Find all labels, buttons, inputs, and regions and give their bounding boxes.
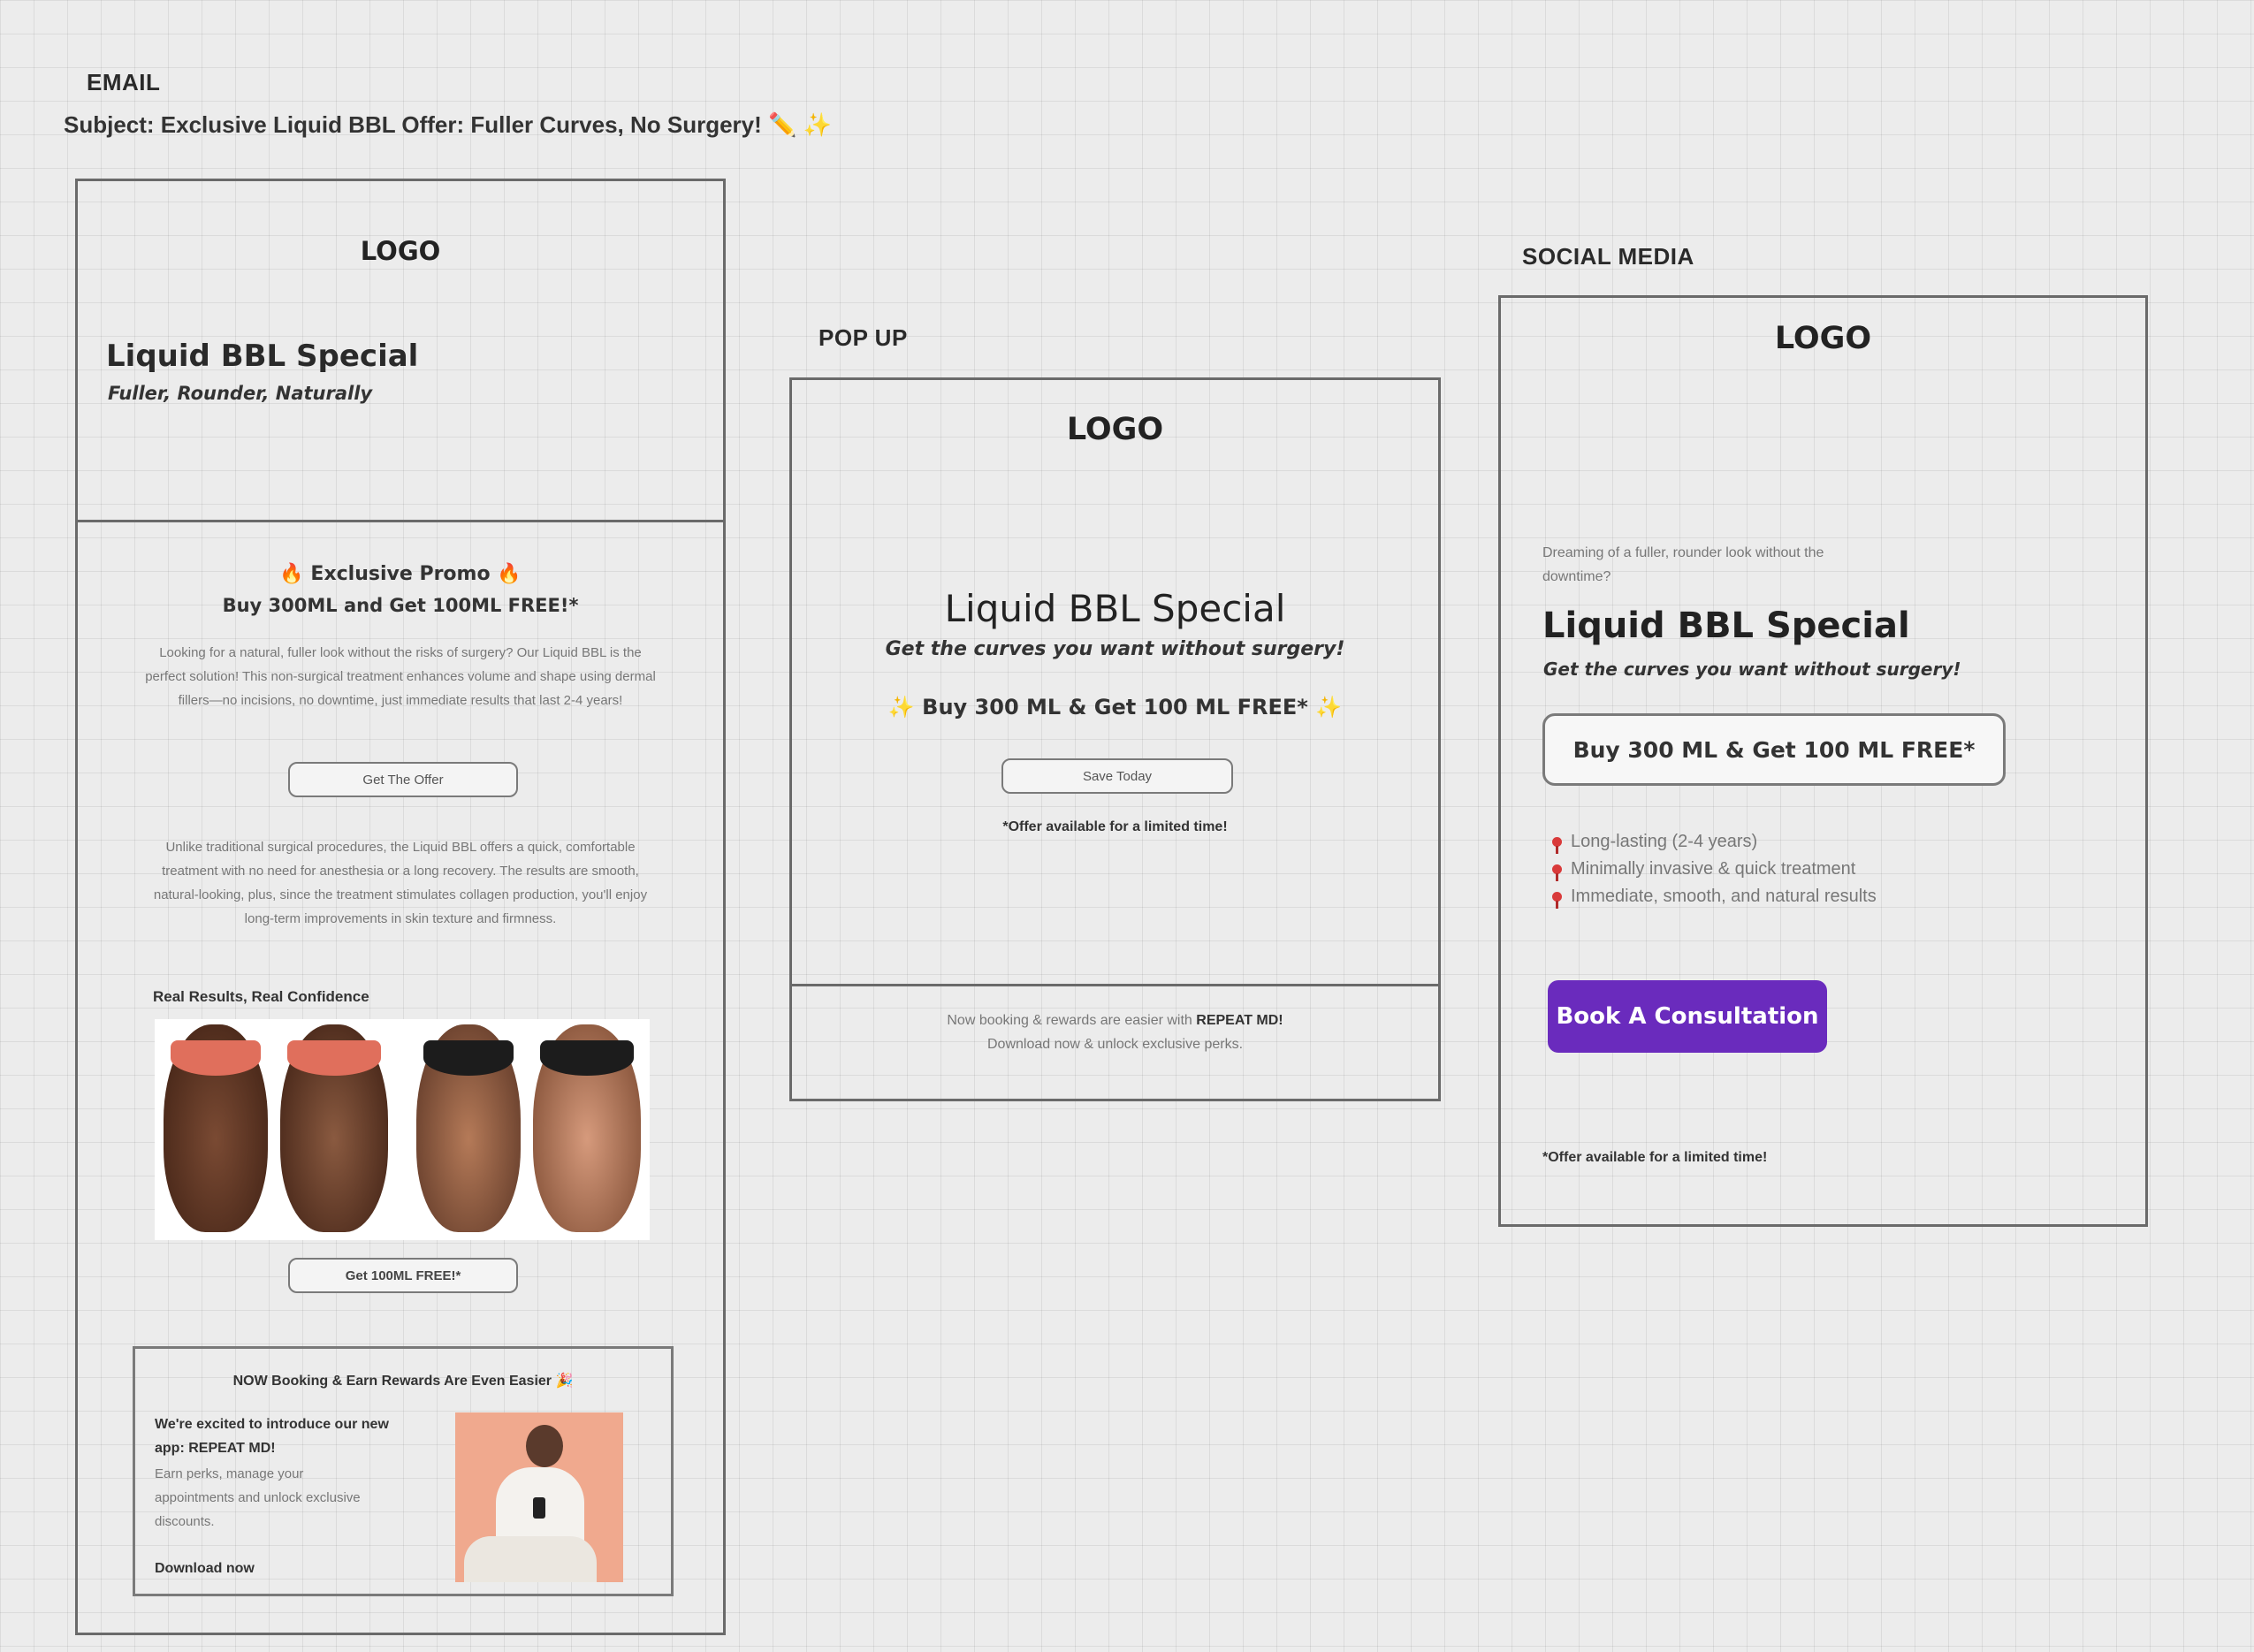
popup-footer-line-2: Download now & unlock exclusive perks. (986, 1037, 1244, 1052)
email-mockup: LOGO Liquid BBL Special Fuller, Rounder,… (75, 179, 726, 1635)
book-consultation-label: Book A Consultation (1556, 1003, 1819, 1030)
popup-footer-line-1: Now booking & rewards are easier with RE… (792, 1013, 1438, 1029)
email-subject: Subject: Exclusive Liquid BBL Offer: Ful… (64, 111, 832, 138)
get-the-offer-label: Get The Offer (362, 772, 444, 788)
social-mockup: LOGO Dreaming of a fuller, rounder look … (1498, 295, 2148, 1227)
pin-icon (1552, 837, 1562, 855)
social-bullet-list: Long-lasting (2-4 years) Minimally invas… (1552, 828, 1877, 910)
social-bullet-text: Long-lasting (2-4 years) (1571, 832, 1758, 851)
social-intro: Dreaming of a fuller, rounder look witho… (1542, 545, 1824, 584)
model-legs (464, 1536, 597, 1582)
book-consultation-button[interactable]: Book A Consultation (1548, 980, 1827, 1053)
social-logo: LOGO (1774, 321, 1872, 356)
get-the-offer-button[interactable]: Get The Offer (288, 762, 518, 797)
popup-tagline: Get the curves you want without surgery! (885, 638, 1345, 660)
pin-icon (1552, 864, 1562, 882)
result-underwear-2 (287, 1040, 381, 1076)
save-today-label: Save Today (1082, 768, 1153, 784)
social-section-label: SOCIAL MEDIA (1522, 243, 1694, 270)
before-after-image (155, 1019, 650, 1240)
get-100ml-free-label: Get 100ML FREE!* (345, 1268, 461, 1283)
result-underwear-1 (171, 1040, 261, 1076)
rewards-box: NOW Booking & Earn Rewards Are Even Easi… (133, 1346, 674, 1596)
model-head (526, 1425, 563, 1467)
result-underwear-3 (423, 1040, 514, 1076)
app-promo-photo (455, 1412, 623, 1582)
phone-icon (533, 1497, 545, 1519)
promo-heading: 🔥 Exclusive Promo 🔥 (279, 563, 522, 585)
popup-disclaimer: *Offer available for a limited time! (1002, 819, 1228, 834)
save-today-button[interactable]: Save Today (1001, 758, 1233, 794)
popup-logo: LOGO (1066, 412, 1164, 447)
email-logo: LOGO (360, 236, 441, 266)
email-section-label: EMAIL (87, 69, 161, 95)
download-now-link[interactable]: Download now (155, 1561, 255, 1577)
social-bullet-item: Long-lasting (2-4 years) (1552, 828, 1877, 856)
popup-footer-brand: REPEAT MD! (1196, 1013, 1283, 1028)
social-bullet-text: Immediate, smooth, and natural results (1571, 887, 1877, 906)
get-100ml-free-button[interactable]: Get 100ML FREE!* (288, 1258, 518, 1293)
email-tagline: Fuller, Rounder, Naturally (108, 383, 373, 404)
popup-offer: ✨ Buy 300 ML & Get 100 ML FREE* ✨ (887, 695, 1343, 719)
email-title: Liquid BBL Special (106, 339, 419, 374)
social-disclaimer: *Offer available for a limited time! (1542, 1150, 1768, 1165)
email-paragraph-1: Looking for a natural, fuller look witho… (145, 645, 656, 708)
rewards-heading: NOW Booking & Earn Rewards Are Even Easi… (232, 1374, 574, 1389)
result-underwear-4 (540, 1040, 634, 1076)
email-paragraph-2: Unlike traditional surgical procedures, … (153, 840, 648, 926)
social-bullet-item: Minimally invasive & quick treatment (1552, 856, 1877, 883)
popup-mockup: LOGO Liquid BBL Special Get the curves y… (789, 377, 1441, 1101)
social-tagline: Get the curves you want without surgery! (1543, 659, 1961, 680)
social-bullet-item: Immediate, smooth, and natural results (1552, 883, 1877, 910)
social-bullet-text: Minimally invasive & quick treatment (1571, 859, 1856, 879)
social-title: Liquid BBL Special (1542, 605, 1910, 646)
rewards-body: Earn perks, manage your appointments and… (155, 1466, 361, 1529)
email-header: LOGO Liquid BBL Special Fuller, Rounder,… (78, 181, 723, 522)
rewards-intro: We're excited to introduce our new app: … (155, 1417, 389, 1456)
popup-footer: Now booking & rewards are easier with RE… (792, 984, 1438, 1101)
results-heading: Real Results, Real Confidence (153, 988, 369, 1005)
popup-section-label: POP UP (819, 324, 908, 351)
popup-footer-text: Now booking & rewards are easier with (947, 1013, 1197, 1028)
social-offer-box: Buy 300 ML & Get 100 ML FREE* (1542, 713, 2006, 786)
popup-title: Liquid BBL Special (944, 587, 1286, 630)
promo-offer: Buy 300ML and Get 100ML FREE!* (222, 595, 579, 616)
pin-icon (1552, 892, 1562, 910)
social-offer-text: Buy 300 ML & Get 100 ML FREE* (1572, 736, 1976, 763)
